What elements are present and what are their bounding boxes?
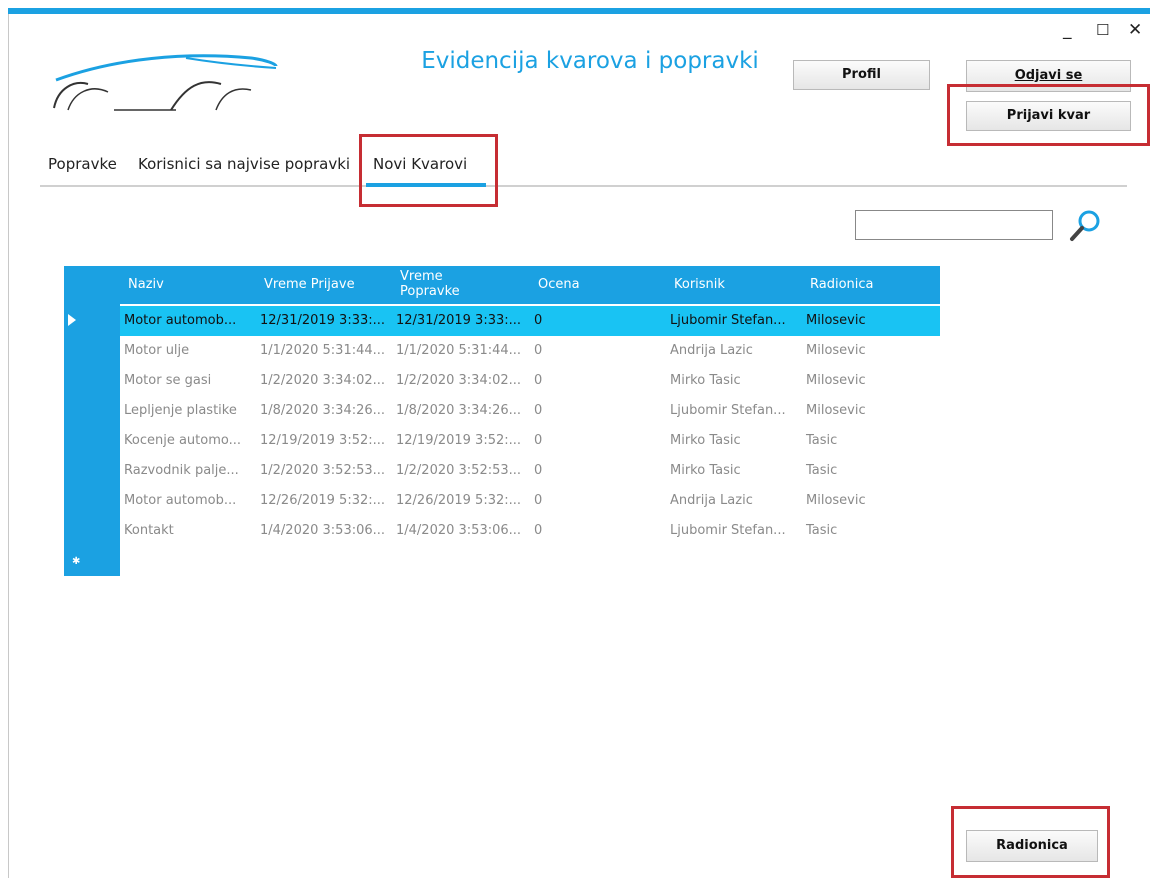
table-row[interactable]: Motor automob... 12/26/2019 5:32:... 12/26… (120, 486, 940, 516)
close-icon[interactable]: ✕ (1128, 20, 1142, 40)
table-row[interactable]: Kontakt 1/4/2020 3:53:06... 1/4/2020 3:53:… (120, 516, 940, 546)
cell-naziv: Motor automob... (124, 313, 237, 328)
table-row[interactable]: Motor se gasi 1/2/2020 3:34:02... 1/2/2020… (120, 366, 940, 396)
highlight-box-workshop (951, 806, 1110, 878)
cell-ocena: 0 (534, 343, 543, 358)
column-header-naziv[interactable]: Naziv (128, 277, 164, 292)
cell-naziv: Razvodnik palje... (124, 463, 239, 478)
cell-vreme-popravke: 12/19/2019 3:52:... (396, 433, 522, 448)
cell-vreme-popravke: 1/8/2020 3:34:26... (396, 403, 522, 418)
cell-radionica: Milosevic (806, 343, 866, 358)
cell-korisnik: Ljubomir Stefan... (670, 313, 786, 328)
window-top-accent-bar (8, 8, 1150, 14)
cell-vreme-popravke: 1/1/2020 5:31:44... (396, 343, 522, 358)
cell-ocena: 0 (534, 493, 543, 508)
cell-radionica: Milosevic (806, 403, 866, 418)
cell-vreme-prijave: 1/2/2020 3:34:02... (260, 373, 386, 388)
cell-vreme-popravke: 12/31/2019 3:33:... (396, 313, 522, 328)
table-row[interactable]: Motor automob... 12/31/2019 3:33:... 12/31… (120, 306, 940, 336)
cell-vreme-popravke: 1/2/2020 3:52:53... (396, 463, 522, 478)
cell-vreme-prijave: 1/1/2020 5:31:44... (260, 343, 386, 358)
cell-radionica: Milosevic (806, 493, 866, 508)
cell-radionica: Tasic (806, 433, 838, 448)
table-header: Naziv Vreme Prijave Vreme Popravke Ocena… (64, 266, 940, 304)
cell-ocena: 0 (534, 523, 543, 538)
cell-korisnik: Mirko Tasic (670, 373, 741, 388)
row-header-column (64, 266, 120, 576)
table-row[interactable]: Kocenje automo... 12/19/2019 3:52:... 12/1… (120, 426, 940, 456)
cell-naziv: Motor ulje (124, 343, 190, 358)
search-icon[interactable] (1065, 205, 1105, 245)
minimize-icon[interactable]: _ (1063, 20, 1072, 40)
cell-ocena: 0 (534, 433, 543, 448)
cell-korisnik: Mirko Tasic (670, 463, 741, 478)
cell-radionica: Milosevic (806, 313, 866, 328)
maximize-icon[interactable]: ☐ (1096, 20, 1109, 40)
cell-ocena: 0 (534, 403, 543, 418)
cell-vreme-popravke: 1/2/2020 3:34:02... (396, 373, 522, 388)
cell-korisnik: Andrija Lazic (670, 343, 753, 358)
cell-vreme-prijave: 1/4/2020 3:53:06... (260, 523, 386, 538)
window-left-border (8, 14, 9, 878)
cell-vreme-prijave: 12/31/2019 3:33:... (260, 313, 386, 328)
cell-naziv: Kontakt (124, 523, 174, 538)
cell-ocena: 0 (534, 313, 543, 328)
cell-korisnik: Andrija Lazic (670, 493, 753, 508)
highlight-box-report-fault (947, 84, 1150, 146)
cell-korisnik: Ljubomir Stefan... (670, 403, 786, 418)
highlight-box-novi-kvarovi (359, 134, 498, 207)
search-input[interactable] (855, 210, 1053, 240)
tab-popravke[interactable]: Popravke (48, 155, 117, 173)
cell-vreme-prijave: 12/19/2019 3:52:... (260, 433, 386, 448)
column-header-vreme-popravke[interactable]: Vreme Popravke (400, 269, 480, 299)
cell-vreme-prijave: 12/26/2019 5:32:... (260, 493, 386, 508)
tab-korisnici[interactable]: Korisnici sa najvise popravki (138, 155, 350, 173)
cell-korisnik: Mirko Tasic (670, 433, 741, 448)
cell-vreme-popravke: 1/4/2020 3:53:06... (396, 523, 522, 538)
cell-ocena: 0 (534, 373, 543, 388)
tab-bar-divider (40, 185, 1127, 187)
cell-vreme-prijave: 1/2/2020 3:52:53... (260, 463, 386, 478)
table-row[interactable]: Razvodnik palje... 1/2/2020 3:52:53... 1/2… (120, 456, 940, 486)
column-header-ocena[interactable]: Ocena (538, 277, 580, 292)
cell-korisnik: Ljubomir Stefan... (670, 523, 786, 538)
column-header-vreme-prijave[interactable]: Vreme Prijave (264, 277, 355, 292)
current-row-indicator-icon (68, 314, 76, 326)
cell-radionica: Milosevic (806, 373, 866, 388)
cell-radionica: Tasic (806, 523, 838, 538)
table-row[interactable]: Lepljenje plastike 1/8/2020 3:34:26... 1/8… (120, 396, 940, 426)
cell-naziv: Motor se gasi (124, 373, 212, 388)
cell-vreme-popravke: 12/26/2019 5:32:... (396, 493, 522, 508)
new-row-icon: ✱ (72, 556, 81, 567)
table-row[interactable]: Motor ulje 1/1/2020 5:31:44... 1/1/2020 5:… (120, 336, 940, 366)
cell-vreme-prijave: 1/8/2020 3:34:26... (260, 403, 386, 418)
profile-button[interactable]: Profil (793, 60, 930, 90)
cell-radionica: Tasic (806, 463, 838, 478)
cell-ocena: 0 (534, 463, 543, 478)
cell-naziv: Motor automob... (124, 493, 237, 508)
cell-naziv: Kocenje automo... (124, 433, 241, 448)
cell-naziv: Lepljenje plastike (124, 403, 237, 418)
column-header-radionica[interactable]: Radionica (810, 277, 874, 292)
column-header-korisnik[interactable]: Korisnik (674, 277, 725, 292)
faults-table: Naziv Vreme Prijave Vreme Popravke Ocena… (64, 266, 940, 576)
app-title: Evidencija kvarova i popravki (421, 48, 759, 74)
car-logo-icon (53, 54, 278, 111)
